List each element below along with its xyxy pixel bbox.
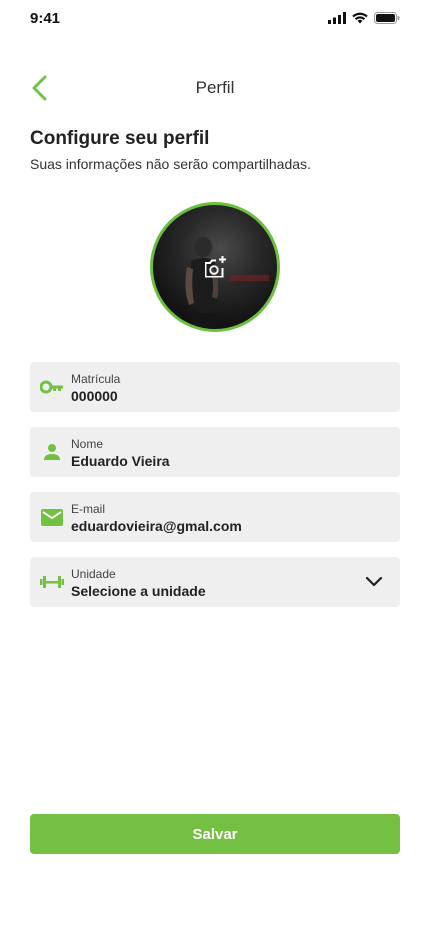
registration-value: 000000 [71, 388, 118, 404]
header: Perfil [0, 68, 430, 108]
add-photo-icon [205, 256, 226, 278]
wifi-icon [352, 12, 368, 24]
person-icon [40, 441, 64, 463]
mail-icon [40, 506, 64, 528]
section-title: Configure seu perfil [30, 128, 210, 149]
name-label: Nome [71, 437, 104, 451]
unit-label: Unidade [71, 567, 116, 581]
status-bar: 9:41 [0, 0, 430, 40]
avatar-upload[interactable] [150, 202, 280, 332]
unit-value: Selecione a unidade [71, 583, 206, 599]
dumbbell-icon [40, 571, 64, 593]
name-value: Eduardo Vieira [71, 453, 170, 469]
email-label: E-mail [71, 502, 106, 516]
email-field[interactable]: E-mail eduardovieira@gmal.com [30, 492, 400, 542]
status-time: 9:41 [30, 10, 61, 27]
battery-icon [374, 12, 400, 24]
name-field[interactable]: Nome Eduardo Vieira [30, 427, 400, 477]
section-subtitle: Suas informações não serão compartilhada… [30, 156, 311, 172]
registration-label: Matrícula [71, 372, 121, 386]
avatar-photo [185, 237, 219, 329]
key-icon [40, 376, 64, 398]
signal-icon [328, 12, 346, 24]
email-value: eduardovieira@gmal.com [71, 518, 242, 534]
save-button[interactable]: Salvar [30, 814, 400, 854]
avatar-backdrop [229, 275, 269, 281]
status-icons [328, 12, 400, 24]
registration-field[interactable]: Matrícula 000000 [30, 362, 400, 412]
unit-select[interactable]: Unidade Selecione a unidade [30, 557, 400, 607]
chevron-down-icon [365, 576, 383, 587]
page-title: Perfil [195, 78, 235, 97]
